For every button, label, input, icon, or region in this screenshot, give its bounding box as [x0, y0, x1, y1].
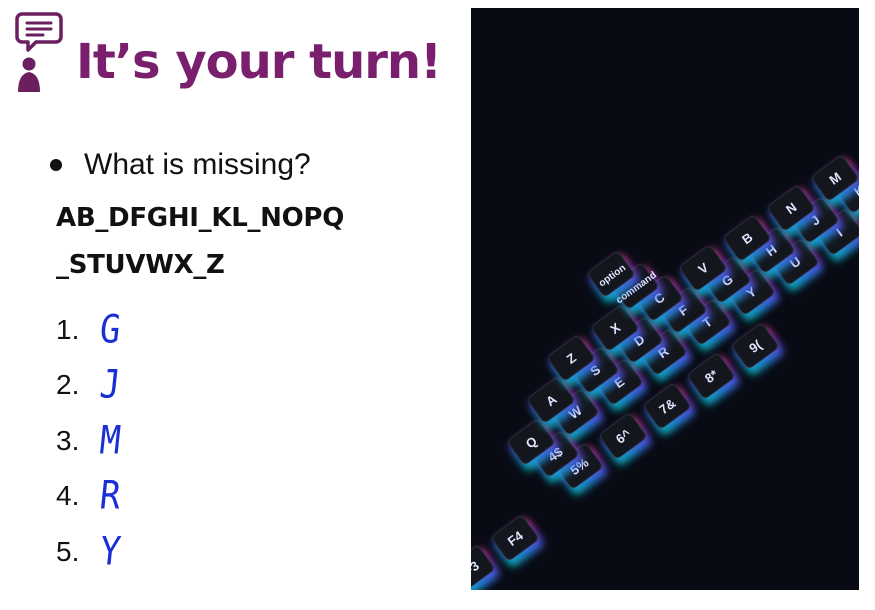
sequence-line-2: _STUVWX_Z — [56, 250, 225, 280]
page-title: It’s your turn! — [76, 34, 442, 90]
answer-number: 3. — [56, 424, 80, 456]
speech-bubble-icon — [15, 12, 63, 52]
speech-person-icon — [15, 12, 63, 92]
answer-item: 4. R — [56, 469, 123, 525]
handwritten-answer: R — [97, 473, 123, 520]
answer-item: 1. G — [56, 302, 123, 358]
handwritten-answer: M — [97, 417, 123, 464]
sequence-line-1: AB_DFGHI_KL_NOPQ — [56, 203, 344, 233]
answer-number: 1. — [56, 313, 80, 345]
answer-item: 5. Y — [56, 524, 123, 580]
handwritten-answer: Y — [97, 528, 123, 575]
answer-number: 5. — [56, 535, 80, 567]
bullet-dot — [50, 159, 62, 171]
question-bullet: What is missing? — [48, 148, 311, 182]
handwritten-answer: J — [97, 362, 123, 409]
handwritten-answer: G — [97, 306, 123, 353]
keyboard-illustration: 5%6^7&8*9(4$QWERTYUIOPASDFGHJKLZXCVBNMco… — [471, 8, 859, 590]
answer-number: 4. — [56, 480, 80, 512]
person-icon — [18, 57, 40, 92]
question-text: What is missing? — [84, 148, 311, 181]
answer-list: 1. G 2. J 3. M 4. R 5. Y — [56, 302, 123, 580]
answer-number: 2. — [56, 369, 80, 401]
answer-item: 2. J — [56, 358, 123, 414]
answer-item: 3. M — [56, 413, 123, 469]
keyboard-photo: 5%6^7&8*9(4$QWERTYUIOPASDFGHJKLZXCVBNMco… — [471, 8, 859, 590]
